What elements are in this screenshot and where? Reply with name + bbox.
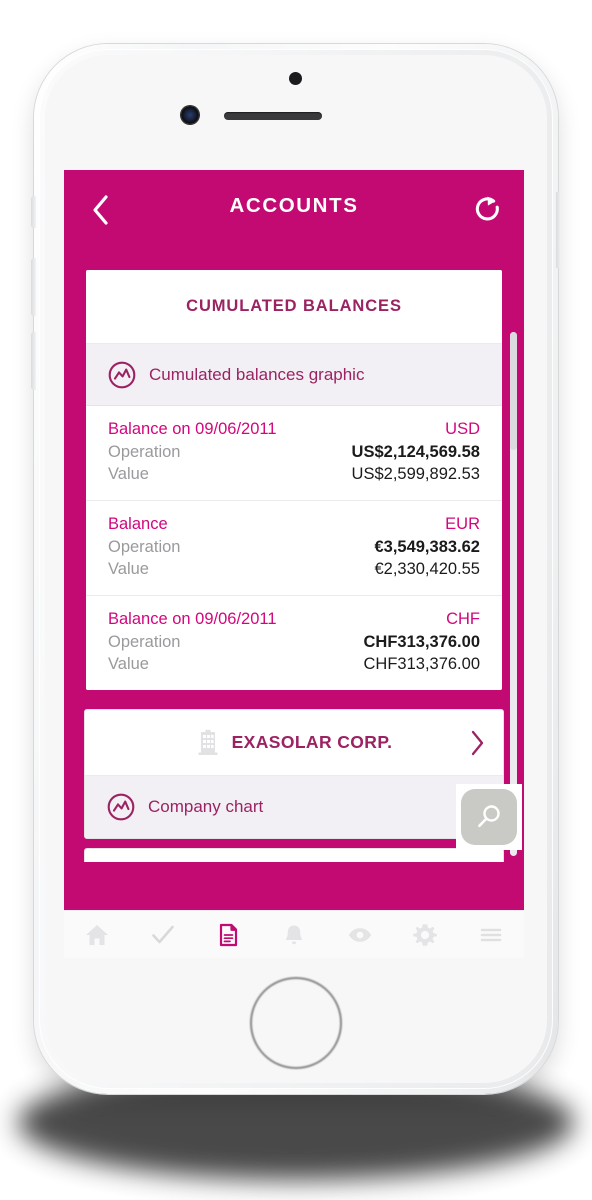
search-icon [478,805,500,828]
balance-currency: USD [445,420,480,438]
search-fab-surface [461,789,517,845]
silent-switch[interactable] [31,196,36,228]
menu-icon [480,928,502,941]
operation-label: Operation [108,538,181,556]
tabbar [64,910,524,958]
cumulated-balances-card: CUMULATED BALANCES Cumulated balances gr… [84,268,504,692]
refresh-button[interactable] [466,188,510,232]
home-button[interactable] [250,977,342,1069]
value-row: Value €2,330,420.55 [108,560,480,579]
scrollbar[interactable] [510,332,517,856]
front-camera-icon [181,106,199,124]
phone-device: ACCOUNTS CUMULATED BALANCES Cumulated ba… [31,44,561,1094]
volume-up-button[interactable] [31,258,36,316]
balance-block-usd: Balance on 09/06/2011 USD Operation US$2… [86,406,502,501]
operation-row: Operation CHF313,376.00 [108,633,480,652]
power-button[interactable] [556,192,561,268]
search-fab-button[interactable] [456,784,522,850]
company-chart-row[interactable]: Company chart [85,776,503,838]
balance-date-label: Balance on 09/06/2011 [108,610,277,628]
balance-heading: Balance on 09/06/2011 USD [108,420,480,439]
tab-tasks[interactable] [130,911,196,959]
balance-block-chf: Balance on 09/06/2011 CHF Operation CHF3… [86,596,502,690]
balance-currency: EUR [445,515,480,533]
value-label: Value [108,655,149,673]
scrollbar-thumb[interactable] [510,332,517,450]
company-card: EXASOLAR CORP. Company chart [84,709,504,839]
tab-home[interactable] [64,911,130,959]
chart-circle-icon [107,793,135,821]
company-chart-label: Company chart [148,797,264,816]
value-amount: €2,330,420.55 [374,560,480,578]
earpiece-speaker [224,112,322,120]
tab-watch[interactable] [327,911,393,959]
operation-label: Operation [108,633,181,651]
value-row: Value CHF313,376.00 [108,655,480,674]
scroll-area[interactable]: CUMULATED BALANCES Cumulated balances gr… [64,246,524,910]
building-icon [198,729,218,755]
cumulated-balances-graphic-row[interactable]: Cumulated balances graphic [86,344,502,406]
bell-icon [286,925,303,944]
balance-heading: Balance on 09/06/2011 CHF [108,610,480,629]
next-card-partial [84,848,504,862]
card-header: CUMULATED BALANCES [86,270,502,344]
operation-row: Operation €3,549,383.62 [108,538,480,557]
home-icon [85,924,108,945]
operation-amount: €3,549,383.62 [374,538,480,556]
value-amount: CHF313,376.00 [363,655,481,673]
document-icon [220,923,238,946]
tab-alerts[interactable] [261,911,327,959]
gear-icon [413,923,438,946]
tab-documents[interactable] [195,911,261,959]
phone-screen: ACCOUNTS CUMULATED BALANCES Cumulated ba… [64,170,524,958]
value-label: Value [108,465,149,483]
balance-currency: CHF [446,610,480,628]
tab-menu[interactable] [458,911,524,959]
card-title: CUMULATED BALANCES [186,297,402,315]
operation-label: Operation [108,443,181,461]
eye-icon [348,927,371,942]
proximity-sensor-icon [289,72,302,85]
operation-amount: CHF313,376.00 [363,633,481,651]
company-header-row[interactable]: EXASOLAR CORP. [85,710,503,776]
balance-block-eur: Balance EUR Operation €3,549,383.62 Valu… [86,501,502,596]
value-label: Value [108,560,149,578]
scroll-content: CUMULATED BALANCES Cumulated balances gr… [64,268,524,862]
screenshot-stage: ACCOUNTS CUMULATED BALANCES Cumulated ba… [0,0,592,1200]
operation-row: Operation US$2,124,569.58 [108,443,480,462]
volume-down-button[interactable] [31,332,36,390]
balance-heading: Balance EUR [108,515,480,534]
balance-date-label: Balance [108,515,168,533]
balance-date-label: Balance on 09/06/2011 [108,420,277,438]
company-name: EXASOLAR CORP. [231,732,393,752]
value-amount: US$2,599,892.53 [351,465,480,483]
operation-amount: US$2,124,569.58 [351,443,480,461]
chart-circle-icon [108,361,136,388]
navbar: ACCOUNTS [64,170,524,246]
value-row: Value US$2,599,892.53 [108,465,480,484]
company-open-button[interactable] [470,730,485,761]
refresh-icon [475,196,499,221]
tab-settings[interactable] [393,911,459,959]
page-title: ACCOUNTS [229,194,359,217]
graphic-row-label: Cumulated balances graphic [149,364,365,384]
chevron-right-icon [471,730,484,755]
check-icon [151,925,174,943]
